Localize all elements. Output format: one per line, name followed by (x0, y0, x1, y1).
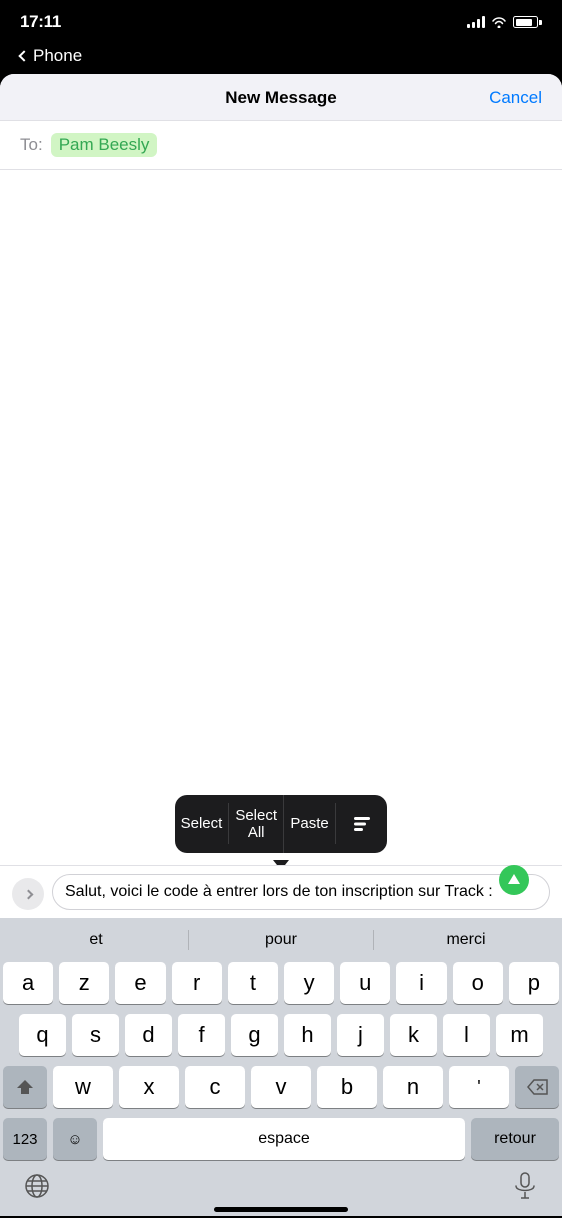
key-c[interactable]: c (185, 1066, 245, 1108)
key-row-1: a z e r t y u i o p (3, 962, 559, 1004)
status-bar: 17:11 (0, 0, 562, 44)
format-icon (352, 815, 372, 833)
wifi-icon (491, 16, 507, 28)
key-s[interactable]: s (72, 1014, 119, 1056)
status-icons (467, 16, 542, 28)
home-indicator (214, 1207, 348, 1212)
key-v[interactable]: v (251, 1066, 311, 1108)
expand-button[interactable] (12, 878, 44, 910)
predictive-bar: et pour merci (0, 918, 562, 962)
signal-icon (467, 16, 485, 28)
globe-svg (24, 1173, 50, 1199)
context-menu-select-all[interactable]: Select All (229, 795, 284, 853)
key-w[interactable]: w (53, 1066, 113, 1108)
mic-svg (514, 1172, 536, 1200)
context-menu-format[interactable] (336, 803, 387, 845)
key-m[interactable]: m (496, 1014, 543, 1056)
message-input-text: Salut, voici le code à entrer lors de to… (65, 881, 493, 903)
key-j[interactable]: j (337, 1014, 384, 1056)
key-u[interactable]: u (340, 962, 390, 1004)
context-menu-select[interactable]: Select (175, 803, 230, 844)
key-p[interactable]: p (509, 962, 559, 1004)
key-i[interactable]: i (396, 962, 446, 1004)
globe-icon[interactable] (24, 1173, 50, 1199)
space-key[interactable]: espace (103, 1118, 465, 1160)
battery-icon (513, 16, 542, 28)
to-field: To: Pam Beesly (0, 121, 562, 170)
recipient-chip[interactable]: Pam Beesly (51, 133, 158, 157)
context-menu-wrapper: Select Select All Paste (0, 795, 562, 861)
message-header: New Message Cancel (0, 74, 562, 121)
back-chevron-icon (18, 50, 29, 61)
key-q[interactable]: q (19, 1014, 66, 1056)
back-nav[interactable]: Phone (0, 44, 562, 74)
input-section: Select Select All Paste (0, 795, 562, 918)
key-k[interactable]: k (390, 1014, 437, 1056)
header-title: New Message (225, 88, 337, 108)
key-f[interactable]: f (178, 1014, 225, 1056)
key-row-2: q s d f g h j k l m (3, 1014, 559, 1056)
back-label: Phone (33, 46, 82, 66)
key-row-3: w x c v b n ' (3, 1066, 559, 1108)
predictive-pour[interactable]: pour (189, 922, 373, 958)
context-menu: Select Select All Paste (175, 795, 388, 853)
main-content: New Message Cancel To: Pam Beesly Select… (0, 74, 562, 1216)
mic-icon[interactable] (512, 1173, 538, 1199)
cancel-button[interactable]: Cancel (489, 88, 542, 108)
keyboard: et pour merci a z e r t y u i o p (0, 918, 562, 1216)
key-rows: a z e r t y u i o p q s d f g h j k (0, 962, 562, 1160)
message-input-row: Salut, voici le code à entrer lors de to… (0, 865, 562, 918)
key-n[interactable]: n (383, 1066, 443, 1108)
shift-icon (16, 1078, 34, 1096)
key-t[interactable]: t (228, 962, 278, 1004)
key-h[interactable]: h (284, 1014, 331, 1056)
key-b[interactable]: b (317, 1066, 377, 1108)
key-g[interactable]: g (231, 1014, 278, 1056)
predictive-merci[interactable]: merci (374, 922, 558, 958)
key-x[interactable]: x (119, 1066, 179, 1108)
delete-key[interactable] (515, 1066, 559, 1108)
emoji-key[interactable]: ☺ (53, 1118, 97, 1160)
key-a[interactable]: a (3, 962, 53, 1004)
to-label: To: (20, 135, 43, 155)
key-y[interactable]: y (284, 962, 334, 1004)
key-row-4: 123 ☺ espace retour (3, 1118, 559, 1160)
key-e[interactable]: e (115, 962, 165, 1004)
shift-key[interactable] (3, 1066, 47, 1108)
predictive-et[interactable]: et (4, 922, 188, 958)
numbers-key[interactable]: 123 (3, 1118, 47, 1160)
send-button[interactable] (499, 865, 529, 895)
return-key[interactable]: retour (471, 1118, 559, 1160)
key-o[interactable]: o (453, 962, 503, 1004)
chevron-right-icon (23, 889, 33, 899)
key-d[interactable]: d (125, 1014, 172, 1056)
bottom-bar (0, 1164, 562, 1216)
message-input-box[interactable]: Salut, voici le code à entrer lors de to… (52, 874, 550, 910)
delete-icon (526, 1079, 548, 1095)
key-r[interactable]: r (172, 962, 222, 1004)
status-time: 17:11 (20, 12, 61, 32)
key-z[interactable]: z (59, 962, 109, 1004)
message-compose-area[interactable] (0, 170, 562, 795)
key-l[interactable]: l (443, 1014, 490, 1056)
key-apostrophe[interactable]: ' (449, 1066, 509, 1108)
context-menu-paste[interactable]: Paste (284, 803, 336, 844)
send-arrow-icon (508, 874, 520, 884)
